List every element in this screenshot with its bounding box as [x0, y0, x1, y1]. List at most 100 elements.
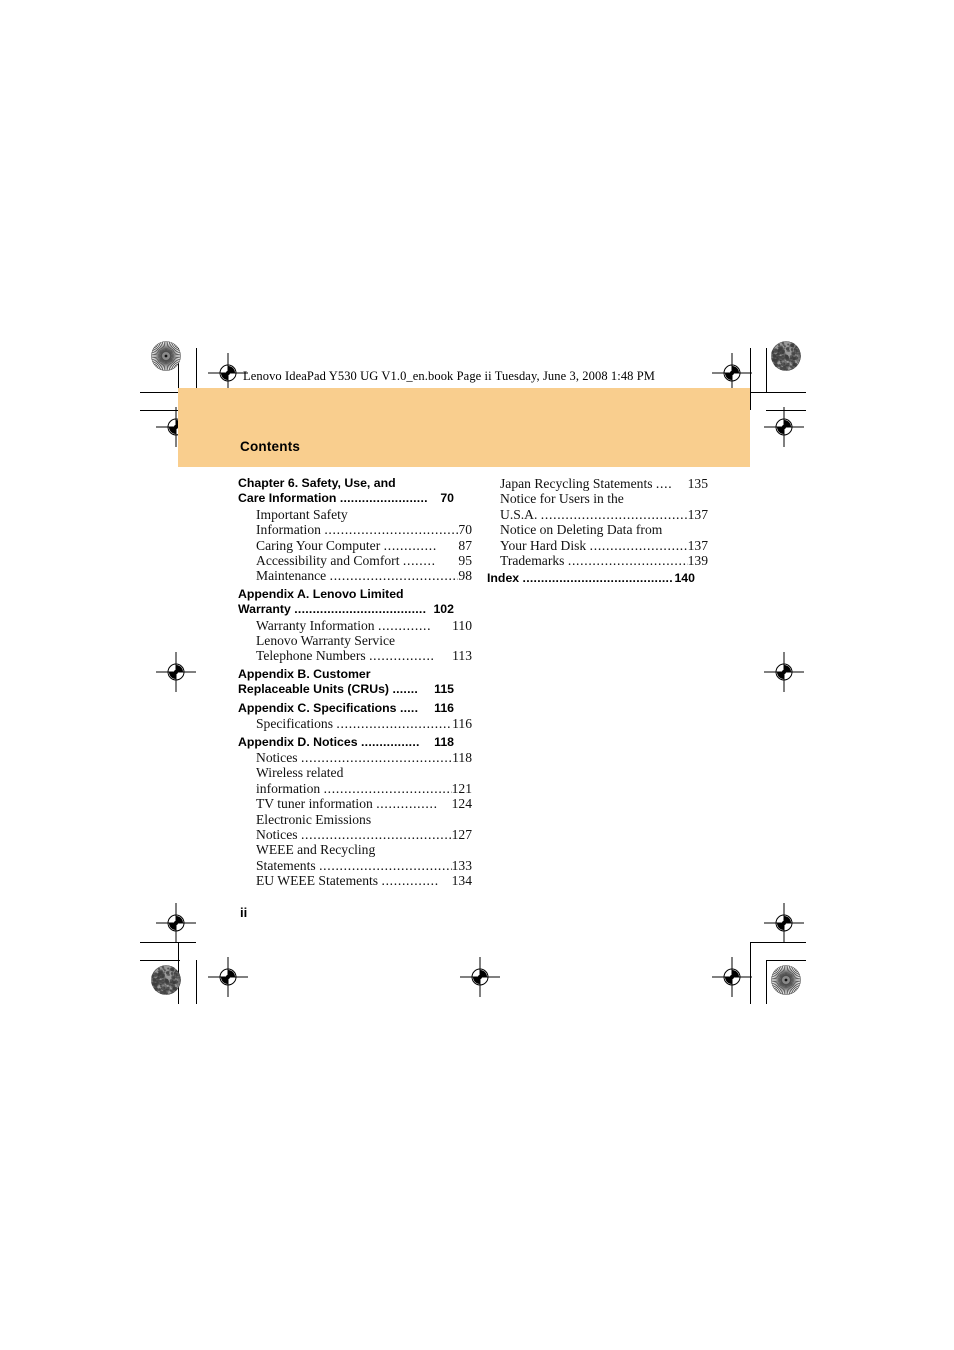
toc-entry-label: Notice for Users in the — [500, 491, 624, 507]
toc-entry-label: Wireless related — [256, 765, 344, 781]
toc-entry-label: Appendix C. Specifications — [238, 700, 400, 715]
toc-page-number: 116 — [434, 700, 454, 715]
toc-entry-line: Specifications .........................… — [256, 716, 472, 731]
toc-entry-line: Maintenance ............................… — [256, 568, 472, 583]
toc-entry-line: Notice for Users in the — [500, 491, 708, 506]
toc-entry-label: Caring Your Computer — [256, 537, 384, 553]
toc-page-number: 95 — [458, 553, 472, 569]
toc-page-number: 113 — [452, 648, 472, 664]
toc-page-number: 70 — [440, 491, 454, 506]
toc-entry-line: Warranty Information ............. 110 — [256, 618, 472, 633]
toc-entry-label: Replaceable Units (CRUs) — [238, 682, 393, 697]
trim-mark-h — [766, 960, 806, 961]
reg-mid-left-icon — [156, 652, 196, 692]
toc-entry-appendix-a-lenovo-limited[interactable]: Appendix A. Lenovo Limited Warranty .....… — [238, 587, 454, 618]
toc-entry-line: Notices ................................… — [256, 750, 472, 765]
toc-entry-line: Trademarks .............................… — [500, 553, 708, 568]
toc-entry-maintenance[interactable]: Maintenance ............................… — [238, 568, 472, 583]
toc-page-number: 98 — [458, 568, 472, 584]
page-number-folio: ii — [240, 905, 248, 920]
toc-leader-dots: .... — [655, 476, 673, 491]
toc-entry-line: Chapter 6. Safety, Use, and — [238, 476, 454, 491]
toc-entry-line: Appendix B. Customer — [238, 667, 454, 682]
toc-leader-dots: ................ — [369, 648, 435, 664]
toc-entry-line: Telephone Numbers ................ 113 — [256, 648, 472, 663]
toc-entry-line: Wireless related — [256, 765, 472, 780]
toc-leader-dots: ........................................… — [540, 506, 688, 522]
toc-entry-lenovo-warranty-service[interactable]: Lenovo Warranty Service Telephone Numbers… — [238, 633, 472, 664]
toc-entry-line: Caring Your Computer ............. 87 — [256, 538, 472, 553]
toc-entry-japan-recycling-statements[interactable]: Japan Recycling Statements .... 135 — [487, 476, 708, 491]
toc-entry-line: Statements .............................… — [256, 858, 472, 873]
density-dot-top-right-icon — [771, 341, 801, 371]
toc-entry-appendix-b-customer[interactable]: Appendix B. Customer Replaceable Units (C… — [238, 667, 454, 698]
toc-entry-label: Index — [487, 571, 523, 586]
toc-entry-eu-weee-statements[interactable]: EU WEEE Statements .............. 134 — [238, 873, 472, 888]
toc-entry-label: Chapter 6. Safety, Use, and — [238, 476, 396, 490]
reg-mid-right-icon — [764, 652, 804, 692]
toc-entry-label: U.S.A. — [500, 506, 541, 522]
toc-entry-line: TV tuner information ............... 124 — [256, 796, 472, 811]
toc-entry-appendix-c-specifications[interactable]: Appendix C. Specifications ..... 116 — [238, 701, 454, 716]
toc-page-number: 118 — [434, 734, 454, 749]
toc-entry-weee-and-recycling[interactable]: WEEE and Recycling Statements ...........… — [238, 842, 472, 873]
toc-entry-label: Japan Recycling Statements — [500, 476, 656, 491]
density-dot-top-left-icon — [151, 341, 181, 371]
toc-entry-important-safety[interactable]: Important Safety Information ............… — [238, 507, 472, 538]
toc-page-number: 110 — [452, 617, 472, 633]
trim-mark-v — [766, 348, 767, 392]
toc-entry-caring-your-computer[interactable]: Caring Your Computer ............. 87 — [238, 538, 472, 553]
toc-entry-line: Japan Recycling Statements .... 135 — [500, 476, 708, 491]
toc-page-number: 139 — [687, 553, 708, 569]
toc-leader-dots: ................................ — [323, 780, 452, 796]
reg-top-right-outer-icon — [712, 353, 752, 393]
toc-entry-wireless-related[interactable]: Wireless related information ............… — [238, 765, 472, 796]
toc-entry-trademarks[interactable]: Trademarks .............................… — [487, 553, 708, 568]
toc-entry-line: Lenovo Warranty Service — [256, 633, 472, 648]
toc-entry-notice-for-users-in-the[interactable]: Notice for Users in the U.S.A. ..........… — [487, 491, 708, 522]
toc-entry-electronic-emissions[interactable]: Electronic Emissions Notices ............… — [238, 812, 472, 843]
toc-entry-line: Index ..................................… — [487, 571, 695, 586]
toc-entry-accessibility-and-comfort[interactable]: Accessibility and Comfort ........ 95 — [238, 553, 472, 568]
toc-leader-dots: ....... — [392, 682, 419, 697]
toc-entry-label: Appendix D. Notices — [238, 734, 361, 749]
trim-mark-v — [766, 960, 767, 1004]
toc-entry-index[interactable]: Index ..................................… — [487, 571, 695, 586]
toc-entry-label: Notice on Deleting Data from — [500, 522, 663, 538]
toc-page-number: 124 — [451, 796, 472, 812]
toc-entry-tv-tuner-information[interactable]: TV tuner information ............... 124 — [238, 796, 472, 811]
toc-entry-notices[interactable]: Notices ................................… — [238, 750, 472, 765]
toc-page-number: 121 — [451, 780, 472, 796]
toc-page-number: 135 — [687, 476, 708, 491]
toc-entry-warranty-information[interactable]: Warranty Information ............. 110 — [238, 618, 472, 633]
toc-entry-line: Appendix A. Lenovo Limited — [238, 587, 454, 602]
toc-entry-specifications[interactable]: Specifications .........................… — [238, 716, 472, 731]
toc-leader-dots: ............. — [377, 617, 432, 633]
toc-entry-label: Telephone Numbers — [256, 648, 370, 664]
chapter-banner: Contents — [178, 388, 750, 467]
toc-leader-dots: ...................................... — [300, 749, 453, 765]
toc-leader-dots: .................................... — [294, 602, 427, 617]
reg-bottom-center-icon — [460, 957, 500, 997]
toc-entry-line: Important Safety — [256, 507, 472, 522]
toc-entry-label: Warranty Information — [256, 617, 378, 633]
toc-entry-label: Trademarks — [500, 553, 568, 569]
toc-entry-label: Specifications — [256, 716, 337, 732]
toc-entry-label: Information — [256, 522, 325, 538]
page-title: Contents — [240, 439, 301, 454]
reg-top-left-outer-icon — [208, 353, 248, 393]
toc-entry-appendix-d-notices[interactable]: Appendix D. Notices ................ 118 — [238, 735, 454, 750]
toc-page-number: 115 — [434, 682, 454, 697]
toc-entry-line: Appendix D. Notices ................ 118 — [238, 735, 454, 750]
toc-page-number: 140 — [674, 571, 695, 586]
toc-leader-dots: ............. — [383, 537, 437, 553]
printed-page-sheet: Lenovo IdeaPad Y530 UG V1.0_en.book Page… — [0, 0, 954, 1350]
toc-entry-line: Electronic Emissions — [256, 812, 472, 827]
density-dot-bottom-right-icon — [771, 965, 801, 995]
toc-entry-line: information ............................… — [256, 781, 472, 796]
toc-entry-notice-on-deleting-data-from[interactable]: Notice on Deleting Data from Your Hard Di… — [487, 522, 708, 553]
toc-entry-label: Appendix A. Lenovo Limited — [238, 586, 404, 601]
toc-leader-dots: ................................ — [567, 553, 688, 569]
toc-entry-chapter-6-safety-use-and[interactable]: Chapter 6. Safety, Use, and Care Informat… — [238, 476, 454, 507]
toc-leader-dots: ..... — [399, 700, 419, 715]
